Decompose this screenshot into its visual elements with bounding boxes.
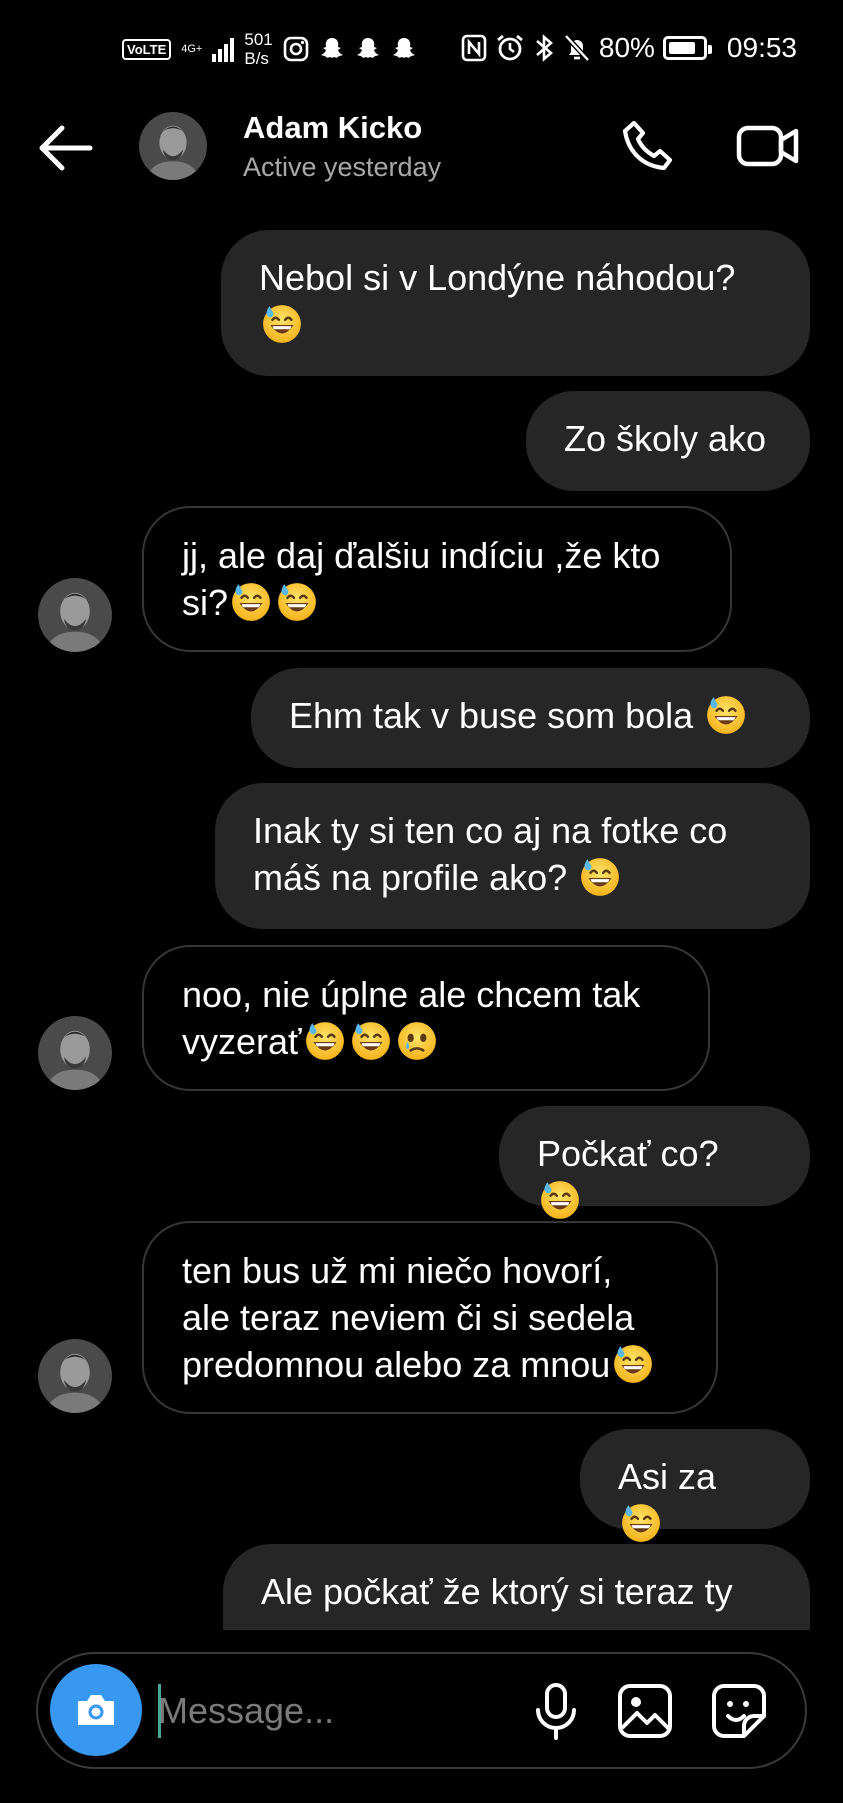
camera-icon <box>78 1695 114 1725</box>
grinning-sweat-emoji <box>705 694 747 736</box>
bluetooth-icon <box>536 34 553 62</box>
grinning-sweat-emoji <box>539 1179 581 1221</box>
snapchat-icon <box>356 38 379 58</box>
video-camera-icon <box>736 125 799 167</box>
instagram-icon <box>283 36 309 62</box>
message-bubble-outgoing[interactable]: Ehm tak v buse som bola <box>251 668 810 768</box>
message-text: Inak ty si ten co aj na fotke co <box>253 810 728 851</box>
message-text: vyzerať <box>182 1021 302 1062</box>
message-bubble-outgoing[interactable]: Ale počkať že ktorý si teraz ty <box>223 1544 810 1630</box>
message-bubble-outgoing[interactable]: Zo školy ako <box>526 391 810 491</box>
sticker-icon <box>712 1684 766 1738</box>
sender-avatar <box>38 1016 112 1090</box>
message-text: ten bus už mi niečo hovorí, <box>182 1250 613 1291</box>
snapchat-icon <box>392 38 415 58</box>
message-text: noo, nie úplne ale chcem tak <box>182 974 641 1015</box>
signal-icon <box>212 36 235 62</box>
alarm-icon <box>497 34 523 61</box>
contact-name[interactable]: Adam Kicko <box>243 110 422 146</box>
message-text: ale teraz neviem či si sedela <box>182 1297 635 1338</box>
grinning-sweat-emoji <box>579 856 621 898</box>
message-input[interactable] <box>158 1682 518 1740</box>
grinning-sweat-emoji <box>620 1502 662 1544</box>
image-icon <box>618 1684 672 1738</box>
message-bubble-incoming[interactable]: ten bus už mi niečo hovorí, ale teraz ne… <box>142 1221 718 1414</box>
network-speed: 501 B/s <box>244 30 272 68</box>
battery-percent: 80% <box>598 32 655 63</box>
sticker-button[interactable] <box>710 1682 768 1740</box>
message-list[interactable]: Nebol si v Londýne náhodou? Zo školy ako… <box>0 196 843 1630</box>
gallery-button[interactable] <box>616 1682 674 1740</box>
message-bubble-outgoing[interactable]: Inak ty si ten co aj na fotke co máš na … <box>215 783 810 929</box>
message-text: Počkať co? <box>537 1133 719 1174</box>
message-text: Ale počkať že ktorý si teraz ty <box>261 1571 733 1612</box>
message-text: jj, ale daj ďalšiu indíciu ,že kto <box>182 535 661 576</box>
message-text: Ehm tak v buse som bola <box>289 695 694 736</box>
sender-avatar <box>38 1339 112 1413</box>
video-call-button[interactable] <box>736 120 800 172</box>
battery-icon <box>662 36 712 60</box>
back-button[interactable] <box>34 122 96 174</box>
status-left: VoLTE 4G+ 501 B/s <box>122 30 417 68</box>
clock: 09:53 <box>726 32 797 63</box>
nfc-icon <box>461 34 487 62</box>
phone-icon <box>622 120 673 171</box>
message-bubble-incoming[interactable]: jj, ale daj ďalšiu indíciu ,že kto si? <box>142 506 732 652</box>
speed-unit: B/s <box>244 49 269 68</box>
message-text: Nebol si v Londýne náhodou? <box>259 257 736 298</box>
speed-value: 501 <box>244 30 273 49</box>
message-text: Asi za <box>618 1456 717 1497</box>
message-text: si? <box>182 582 229 623</box>
voice-call-button[interactable] <box>620 118 678 176</box>
message-bubble-outgoing[interactable]: Asi za <box>580 1429 810 1529</box>
text-cursor <box>158 1684 161 1738</box>
message-text: Zo školy ako <box>564 418 767 459</box>
grinning-sweat-emoji <box>304 1020 346 1062</box>
network-type: 4G+ <box>181 43 203 55</box>
camera-button[interactable] <box>50 1664 142 1756</box>
contact-avatar[interactable] <box>139 112 207 180</box>
status-bar: VoLTE 4G+ 501 B/s 80% 09:53 <box>0 0 843 96</box>
message-bubble-outgoing[interactable]: Počkať co? <box>499 1106 810 1206</box>
status-right: 80% 09:53 <box>461 32 797 64</box>
message-text: máš na profile ako? <box>253 857 568 898</box>
grinning-sweat-emoji <box>261 303 303 345</box>
contact-status: Active yesterday <box>243 152 442 182</box>
face-holding-back-tears-emoji <box>396 1020 438 1062</box>
message-bubble-incoming[interactable]: noo, nie úplne ale chcem tak vyzerať <box>142 945 710 1091</box>
message-bubble-outgoing[interactable]: Nebol si v Londýne náhodou? <box>221 230 810 376</box>
volte-badge: VoLTE <box>122 38 172 60</box>
arrow-left-icon <box>39 125 93 171</box>
voice-message-button[interactable] <box>526 1680 586 1742</box>
grinning-sweat-emoji <box>230 581 272 623</box>
grinning-sweat-emoji <box>612 1343 654 1385</box>
mute-bell-icon <box>564 34 590 62</box>
grinning-sweat-emoji <box>276 581 318 623</box>
sender-avatar <box>38 578 112 652</box>
message-text: predomnou alebo za mnou <box>182 1344 611 1385</box>
grinning-sweat-emoji <box>350 1020 392 1062</box>
chat-header: Adam Kicko Active yesterday <box>0 96 843 216</box>
microphone-icon <box>536 1683 576 1740</box>
snapchat-icon <box>320 38 343 58</box>
message-composer <box>36 1652 807 1769</box>
battery-fill <box>668 42 695 54</box>
